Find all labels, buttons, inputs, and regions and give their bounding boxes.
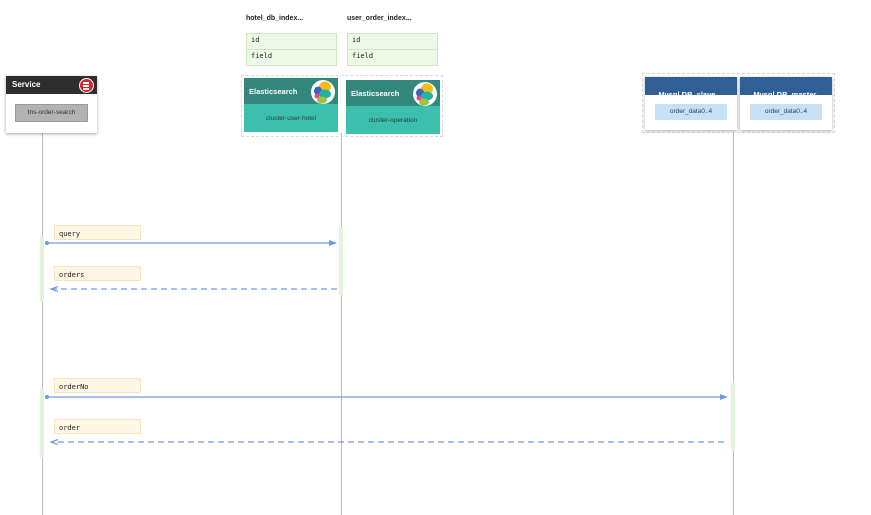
- message-label-orderNo: orderNo: [54, 378, 141, 393]
- arrow-query: [45, 240, 337, 246]
- message-label-query: query: [54, 225, 141, 240]
- message-label-order: order: [54, 419, 141, 434]
- message-label-orders: orders: [54, 266, 141, 281]
- arrow-orderNo: [45, 394, 728, 400]
- message-arrows: [45, 240, 728, 515]
